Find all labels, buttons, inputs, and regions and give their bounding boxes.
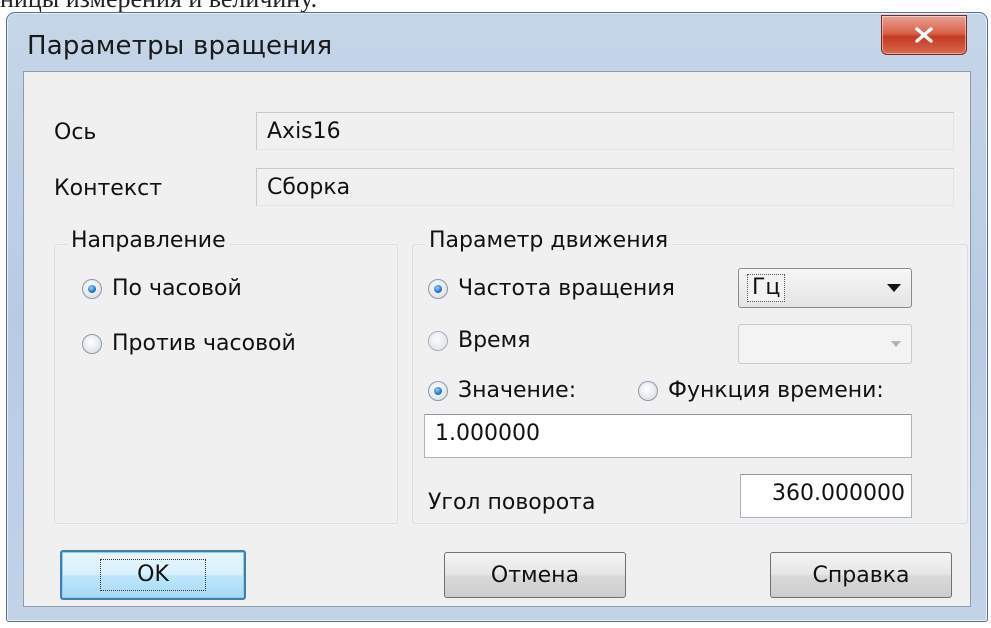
dialog-title: Параметры вращения <box>27 31 333 61</box>
radio-indicator-checked <box>82 278 102 299</box>
context-label: Контекст <box>54 176 163 201</box>
radio-indicator-checked <box>428 380 448 401</box>
chevron-down-icon <box>891 341 901 347</box>
radio-time[interactable]: Время <box>428 328 530 353</box>
help-button[interactable]: Справка <box>770 552 952 598</box>
radio-clockwise-label: По часовой <box>112 276 242 301</box>
radio-indicator <box>82 333 102 354</box>
radio-time-function-label: Функция времени: <box>668 378 884 403</box>
frequency-unit-dropdown[interactable]: Гц <box>738 268 912 308</box>
direction-group-title: Направление <box>67 228 230 253</box>
close-icon <box>913 26 935 44</box>
radio-frequency-label: Частота вращения <box>458 276 675 301</box>
cancel-button[interactable]: Отмена <box>444 552 626 598</box>
rotation-angle-label: Угол поворота <box>428 490 596 515</box>
motion-parameter-group-title: Параметр движения <box>425 228 673 253</box>
document-caption-fragment: ницы измерения и величину. <box>0 0 991 12</box>
ok-button[interactable]: OK <box>60 550 246 600</box>
radio-time-label: Время <box>458 328 531 353</box>
radio-indicator <box>428 330 448 351</box>
rotation-parameters-dialog: Параметры вращения Ось Axis16 Контекст С… <box>6 12 988 622</box>
radio-frequency[interactable]: Частота вращения <box>428 276 675 301</box>
close-button[interactable] <box>881 15 967 55</box>
help-button-label: Справка <box>812 562 910 588</box>
axis-field[interactable]: Axis16 <box>256 112 954 150</box>
radio-value-label: Значение: <box>458 378 577 403</box>
cancel-button-label: Отмена <box>490 562 580 588</box>
radio-clockwise[interactable]: По часовой <box>82 276 242 301</box>
rotation-angle-input[interactable]: 360.000000 <box>740 474 912 518</box>
radio-counterclockwise[interactable]: Против часовой <box>82 331 296 356</box>
radio-value[interactable]: Значение: <box>428 378 576 403</box>
radio-indicator-checked <box>428 278 448 299</box>
frequency-unit-value: Гц <box>747 274 786 302</box>
radio-indicator <box>638 380 658 401</box>
dialog-client-area: Ось Axis16 Контекст Сборка Направление П… <box>23 71 971 607</box>
radio-time-function[interactable]: Функция времени: <box>638 378 884 403</box>
context-field[interactable]: Сборка <box>256 168 954 206</box>
axis-label: Ось <box>54 120 97 145</box>
ok-button-label: OK <box>100 559 206 591</box>
radio-counterclockwise-label: Против часовой <box>112 331 296 356</box>
value-input[interactable]: 1.000000 <box>424 414 912 458</box>
chevron-down-icon <box>887 284 901 292</box>
time-unit-dropdown[interactable] <box>738 324 912 364</box>
